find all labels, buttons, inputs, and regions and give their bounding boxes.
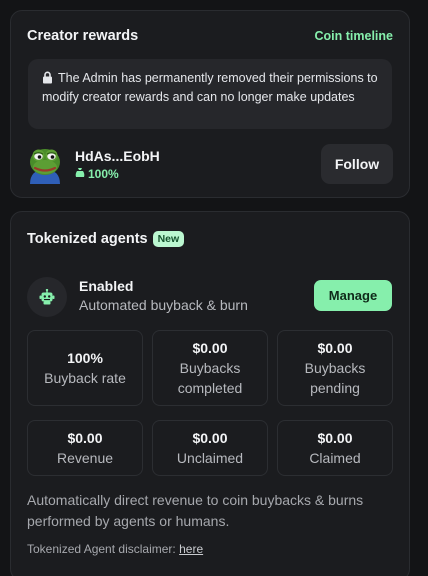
stat-buybacks-completed: $0.00 Buybacks completed xyxy=(152,330,268,406)
stat-value: $0.00 xyxy=(317,340,353,356)
tokenized-agents-header: Tokenized agents New xyxy=(27,231,185,247)
new-badge: New xyxy=(152,231,185,247)
tokenized-agents-card: Tokenized agents New Enabled Automated b… xyxy=(10,211,410,576)
stat-label: Revenue xyxy=(56,450,114,466)
stat-label: Buyback rate xyxy=(44,370,126,386)
stat-label: Buybacks completed xyxy=(177,360,243,396)
stat-value: $0.00 xyxy=(192,340,228,356)
stat-value: $0.00 xyxy=(317,430,353,446)
stat-unclaimed: $0.00 Unclaimed xyxy=(152,420,268,476)
stat-value: $0.00 xyxy=(192,430,228,446)
stat-buyback-rate: 100% Buyback rate xyxy=(27,330,143,406)
disclaimer-text: Tokenized Agent disclaimer: xyxy=(27,542,180,556)
permissions-notice: The Admin has permanently removed their … xyxy=(28,59,392,129)
agents-info-text: Automatically direct revenue to coin buy… xyxy=(27,492,364,529)
creator-row: HdAs...EobH 100% Follow xyxy=(27,144,393,184)
creator-rewards-card: Creator rewards Coin timeline The Admin … xyxy=(10,10,410,198)
coin-timeline-link[interactable]: Coin timeline xyxy=(315,29,393,43)
creator-share: 100% xyxy=(75,167,119,181)
agent-description: Automated buyback & burn xyxy=(79,297,248,313)
creator-rewards-title: Creator rewards xyxy=(27,28,139,44)
agent-disclaimer: Tokenized Agent disclaimer: here xyxy=(27,542,203,556)
frog-avatar[interactable] xyxy=(27,144,63,184)
stat-label: Buybacks pending xyxy=(304,360,366,396)
stat-claimed: $0.00 Claimed xyxy=(277,420,393,476)
tokenized-agents-title: Tokenized agents xyxy=(27,231,148,247)
manage-button[interactable]: Manage xyxy=(314,280,392,311)
bag-icon xyxy=(75,167,85,181)
stat-label: Unclaimed xyxy=(176,450,244,466)
lock-icon xyxy=(42,71,53,89)
disclaimer-link[interactable]: here xyxy=(179,542,203,556)
notice-text: The Admin has permanently removed their … xyxy=(42,71,378,104)
stat-buybacks-pending: $0.00 Buybacks pending xyxy=(277,330,393,406)
stat-value: 100% xyxy=(67,350,103,366)
creator-rewards-header: Creator rewards Coin timeline xyxy=(27,28,393,44)
agent-status: Enabled xyxy=(79,278,134,294)
robot-icon xyxy=(27,277,67,317)
follow-button[interactable]: Follow xyxy=(321,144,393,184)
stat-value: $0.00 xyxy=(67,430,103,446)
creator-address[interactable]: HdAs...EobH xyxy=(75,148,160,164)
stat-label: Claimed xyxy=(309,450,361,466)
creator-share-value: 100% xyxy=(88,167,119,181)
stat-revenue: $0.00 Revenue xyxy=(27,420,143,476)
